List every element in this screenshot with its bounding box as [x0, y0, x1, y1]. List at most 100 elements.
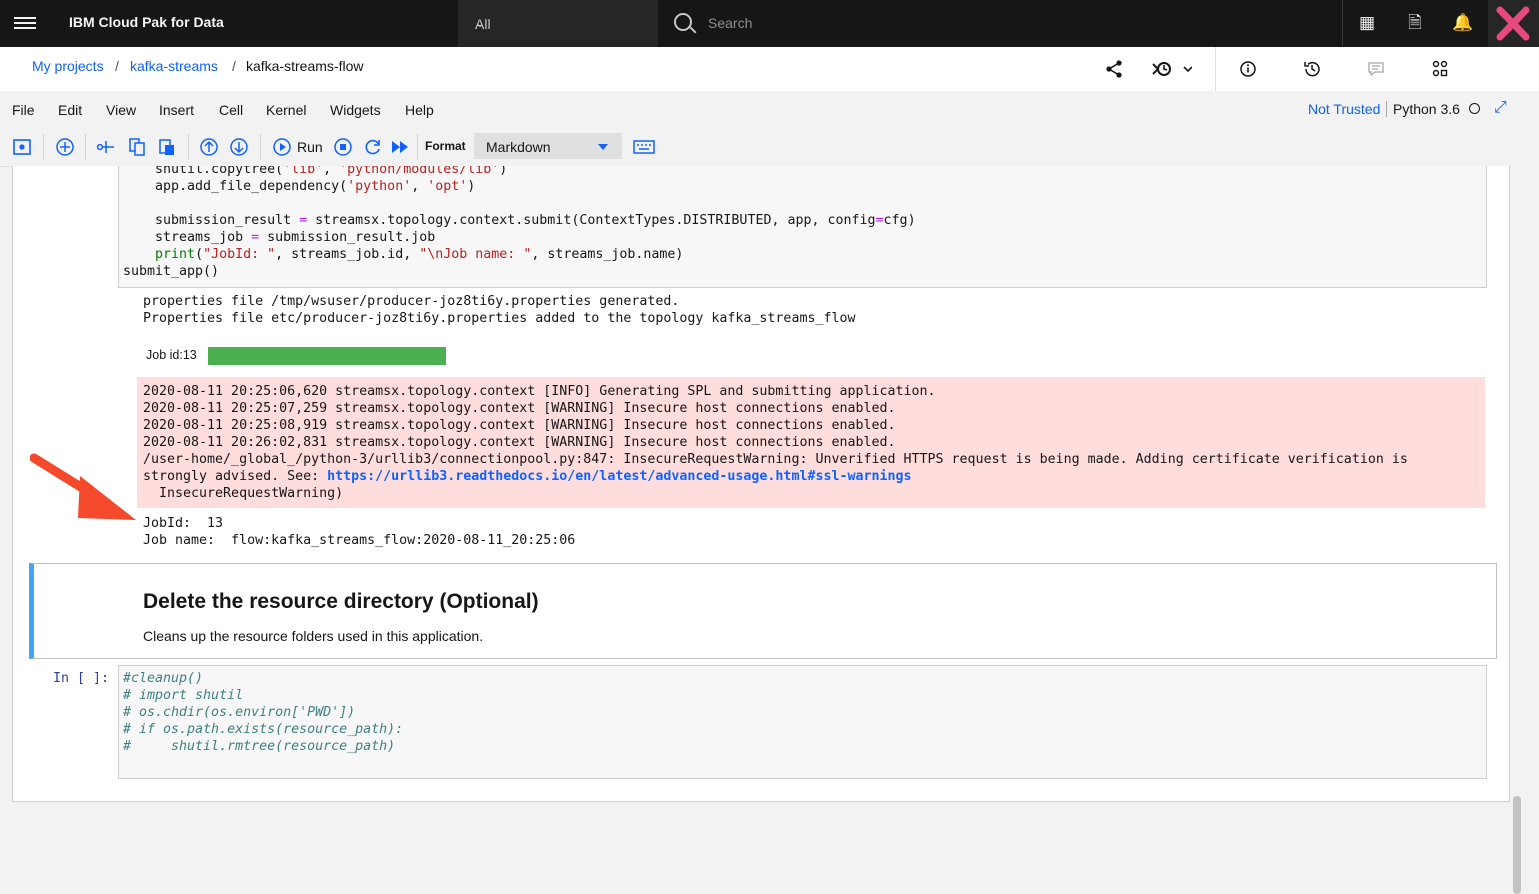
chevron-down-icon: ⌄	[475, 16, 486, 30]
schedule-job-icon[interactable]	[1152, 59, 1193, 79]
toolbar-divider	[43, 134, 44, 160]
apps-icon[interactable]: ▦	[1356, 12, 1378, 34]
restart-run-all-icon[interactable]	[390, 137, 410, 157]
result-line: JobId: 13	[143, 516, 224, 531]
run-icon[interactable]	[272, 137, 292, 157]
stderr-line: strongly advised. See: https://urllib3.r…	[143, 469, 912, 484]
keyboard-icon[interactable]	[633, 137, 655, 157]
kernel-idle-indicator	[1469, 103, 1480, 114]
breadcrumb-project[interactable]: kafka-streams	[130, 58, 218, 74]
menu-insert[interactable]: Insert	[159, 102, 194, 118]
output-stdout: properties file /tmp/wsuser/producer-joz…	[143, 293, 855, 327]
code-cell-submit[interactable]: shutil.copytree('lib', 'python/modules/l…	[118, 166, 1487, 288]
menu-view[interactable]: View	[106, 102, 136, 118]
search-icon	[674, 13, 692, 31]
search-input[interactable]: Search	[708, 15, 752, 31]
ssl-warnings-link[interactable]: https://urllib3.readthedocs.io/en/latest…	[327, 469, 911, 484]
markdown-heading: Delete the resource directory (Optional)	[143, 590, 539, 613]
code-line: shutil.copytree('lib', 'python/modules/l…	[123, 166, 508, 177]
code-cell-cleanup[interactable]: #cleanup() # import shutil # os.chdir(os.e…	[118, 665, 1487, 779]
not-trusted-indicator[interactable]: Not Trusted	[1308, 101, 1380, 117]
code-line: # os.chdir(os.environ['PWD'])	[123, 705, 356, 720]
caret-down-icon	[598, 144, 608, 150]
comments-icon[interactable]	[1365, 59, 1387, 79]
stderr-line: 2020-08-11 20:25:08,919 streamsx.topolog…	[143, 418, 896, 433]
header-divider	[1215, 47, 1216, 91]
document-icon[interactable]: 🗎	[1404, 12, 1426, 34]
toolbar-divider	[85, 134, 86, 160]
stderr-line: /user-home/_global_/python-3/urllib3/con…	[143, 452, 1408, 467]
code-line: #cleanup()	[123, 671, 204, 686]
breadcrumb-separator: /	[232, 58, 236, 74]
breadcrumb-current: kafka-streams-flow	[246, 58, 364, 74]
environment-icon[interactable]	[1429, 59, 1451, 79]
notebook-scrollbar[interactable]	[1510, 166, 1539, 894]
scrollbar-thumb[interactable]	[1513, 796, 1521, 894]
menu-help[interactable]: Help	[405, 102, 434, 118]
move-up-icon[interactable]	[199, 137, 219, 157]
markdown-cell[interactable]: Delete the resource directory (Optional)…	[29, 563, 1497, 659]
cell-prompt: In [ ]:	[53, 671, 110, 686]
toolbar-divider	[260, 134, 261, 160]
notebook-container: shutil.copytree('lib', 'python/modules/l…	[12, 166, 1510, 802]
paste-icon[interactable]	[157, 137, 177, 157]
code-line: # if os.path.exists(resource_path):	[123, 722, 404, 737]
stdout-line: Properties file etc/producer-joz8ti6y.pr…	[143, 311, 856, 326]
cell-format-select[interactable]: Markdown	[474, 133, 622, 159]
job-progress-bar	[208, 347, 446, 365]
job-id-label: Job id:13	[146, 348, 197, 362]
code-line: # shutil.rmtree(resource_path)	[123, 739, 396, 754]
restart-kernel-icon[interactable]	[363, 137, 383, 157]
code-line: submit_app()	[123, 264, 220, 279]
version-history-icon[interactable]	[1301, 59, 1323, 79]
global-search[interactable]: Search	[658, 0, 1343, 47]
notebook-menubar: File Edit View Insert Cell Kernel Widget…	[0, 91, 1539, 128]
share-icon[interactable]	[1103, 59, 1125, 79]
stderr-line: InsecureRequestWarning)	[143, 486, 344, 501]
output-result: JobId: 13 Job name: flow:kafka_streams_fl…	[143, 515, 575, 549]
stdout-line: properties file /tmp/wsuser/producer-joz…	[143, 294, 680, 309]
code-line: # import shutil	[123, 688, 244, 703]
notebook-toolbar: Run Format Markdown	[0, 128, 1539, 167]
menu-cell[interactable]: Cell	[219, 102, 243, 118]
toolbar-divider	[417, 134, 418, 160]
menu-widgets[interactable]: Widgets	[330, 102, 381, 118]
app-logo-icon	[1496, 6, 1530, 41]
save-icon[interactable]	[12, 137, 32, 157]
kernel-name: Python 3.6	[1386, 101, 1460, 117]
hamburger-menu-icon[interactable]	[14, 14, 36, 34]
top-navigation-bar: IBM Cloud Pak for Data All ⌄ Search ▦ 🗎 …	[0, 0, 1539, 47]
breadcrumb-separator: /	[115, 58, 119, 74]
menu-kernel[interactable]: Kernel	[266, 102, 306, 118]
cut-icon[interactable]	[96, 137, 116, 157]
product-title: IBM Cloud Pak for Data	[69, 14, 224, 30]
code-line: streams_job = submission_result.job	[123, 230, 436, 245]
code-cell-source[interactable]: shutil.copytree('lib', 'python/modules/l…	[123, 166, 916, 280]
copy-icon[interactable]	[127, 137, 147, 157]
format-label: Format	[425, 139, 466, 153]
menu-file[interactable]: File	[12, 102, 35, 118]
stderr-line: 2020-08-11 20:26:02,831 streamsx.topolog…	[143, 435, 896, 450]
code-line: submission_result = streamsx.topology.co…	[123, 213, 916, 228]
annotation-arrow-icon	[30, 453, 136, 520]
output-stderr: 2020-08-11 20:25:06,620 streamsx.topolog…	[137, 377, 1485, 508]
code-line: print("JobId: ", streams_job.id, "\nJob …	[155, 247, 684, 262]
stderr-line: 2020-08-11 20:25:06,620 streamsx.topolog…	[143, 384, 936, 399]
user-avatar[interactable]	[1488, 0, 1539, 47]
move-down-icon[interactable]	[229, 137, 249, 157]
expand-icon[interactable]: ⤢	[1494, 99, 1507, 117]
notifications-bell-icon[interactable]: 🔔	[1452, 12, 1474, 34]
search-scope-dropdown[interactable]: All ⌄	[458, 0, 658, 47]
project-header: My projects / kafka-streams / kafka-stre…	[0, 47, 1539, 92]
interrupt-kernel-icon[interactable]	[333, 137, 353, 157]
menu-edit[interactable]: Edit	[58, 102, 82, 118]
insert-cell-icon[interactable]	[55, 137, 75, 157]
breadcrumb-my-projects[interactable]: My projects	[32, 58, 104, 74]
cell-format-value: Markdown	[486, 139, 551, 155]
code-cell-source[interactable]: #cleanup() # import shutil # os.chdir(os.e…	[123, 670, 403, 755]
run-button-label[interactable]: Run	[297, 139, 323, 155]
stderr-line: 2020-08-11 20:25:07,259 streamsx.topolog…	[143, 401, 896, 416]
code-line: app.add_file_dependency('python', 'opt')	[123, 179, 476, 194]
info-icon[interactable]	[1237, 59, 1259, 79]
